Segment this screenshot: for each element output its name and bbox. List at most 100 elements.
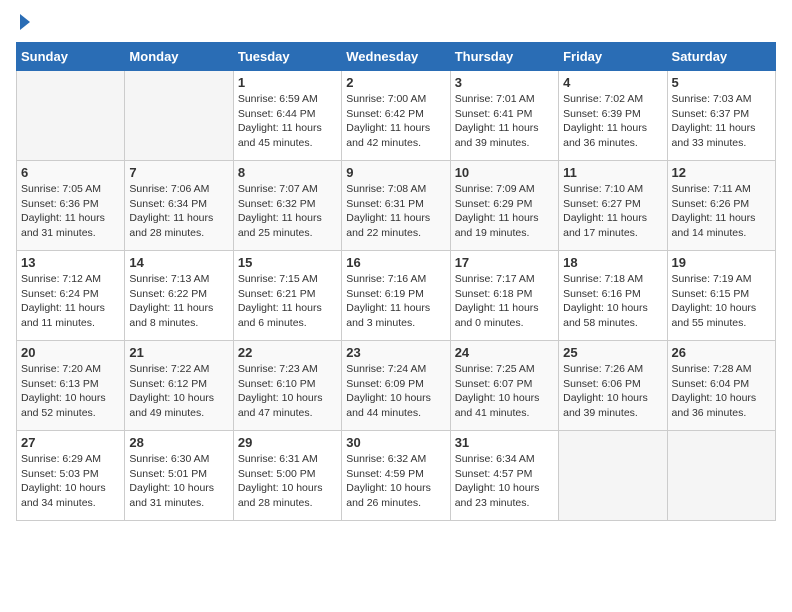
calendar-cell: 9Sunrise: 7:08 AM Sunset: 6:31 PM Daylig… (342, 161, 450, 251)
weekday-header-cell: Friday (559, 43, 667, 71)
cell-info: Sunrise: 7:23 AM Sunset: 6:10 PM Dayligh… (238, 362, 337, 421)
day-number: 29 (238, 435, 337, 450)
calendar-cell: 13 Sunrise: 7:12 AM Sunset: 6:24 PM Dayli… (17, 251, 125, 341)
day-number: 7 (129, 165, 228, 180)
day-number: 22 (238, 345, 337, 360)
cell-info: Sunrise: 7:05 AM Sunset: 6:36 PM Dayligh… (21, 182, 120, 241)
cell-info: Sunrise: 7:07 AM Sunset: 6:32 PM Dayligh… (238, 182, 337, 241)
calendar-cell: 16 Sunrise: 7:16 AM Sunset: 6:19 PM Dayli… (342, 251, 450, 341)
cell-info: Sunrise: 6:32 AM Sunset: 4:59 PM Dayligh… (346, 452, 445, 511)
calendar-week-row: 20 Sunrise: 7:20 AM Sunset: 6:13 PM Dayli… (17, 341, 776, 431)
calendar-cell: 10 Sunrise: 7:09 AM Sunset: 6:29 PM Dayli… (450, 161, 558, 251)
day-number: 1 (238, 75, 337, 90)
day-number: 23 (346, 345, 445, 360)
calendar-cell: 19 Sunrise: 7:19 AM Sunset: 6:15 PM Dayli… (667, 251, 775, 341)
cell-info: Sunrise: 7:20 AM Sunset: 6:13 PM Dayligh… (21, 362, 120, 421)
cell-info: Sunrise: 6:31 AM Sunset: 5:00 PM Dayligh… (238, 452, 337, 511)
day-number: 25 (563, 345, 662, 360)
day-number: 31 (455, 435, 554, 450)
day-number: 11 (563, 165, 662, 180)
logo-arrow-icon (20, 14, 30, 30)
day-number: 30 (346, 435, 445, 450)
calendar-cell: 14Sunrise: 7:13 AM Sunset: 6:22 PM Dayli… (125, 251, 233, 341)
calendar-table: SundayMondayTuesdayWednesdayThursdayFrid… (16, 42, 776, 521)
calendar-week-row: 27 Sunrise: 6:29 AM Sunset: 5:03 PM Dayli… (17, 431, 776, 521)
day-number: 2 (346, 75, 445, 90)
calendar-cell: 24 Sunrise: 7:25 AM Sunset: 6:07 PM Dayli… (450, 341, 558, 431)
cell-info: Sunrise: 7:16 AM Sunset: 6:19 PM Dayligh… (346, 272, 445, 331)
cell-info: Sunrise: 7:06 AM Sunset: 6:34 PM Dayligh… (129, 182, 228, 241)
cell-info: Sunrise: 7:24 AM Sunset: 6:09 PM Dayligh… (346, 362, 445, 421)
cell-info: Sunrise: 7:01 AM Sunset: 6:41 PM Dayligh… (455, 92, 554, 151)
day-number: 3 (455, 75, 554, 90)
calendar-cell (125, 71, 233, 161)
cell-info: Sunrise: 6:59 AM Sunset: 6:44 PM Dayligh… (238, 92, 337, 151)
page-header (16, 16, 776, 30)
day-number: 5 (672, 75, 771, 90)
weekday-header-cell: Tuesday (233, 43, 341, 71)
calendar-cell: 3 Sunrise: 7:01 AM Sunset: 6:41 PM Daylig… (450, 71, 558, 161)
cell-info: Sunrise: 7:02 AM Sunset: 6:39 PM Dayligh… (563, 92, 662, 151)
day-number: 27 (21, 435, 120, 450)
day-number: 17 (455, 255, 554, 270)
day-number: 19 (672, 255, 771, 270)
day-number: 21 (129, 345, 228, 360)
calendar-cell: 25 Sunrise: 7:26 AM Sunset: 6:06 PM Dayli… (559, 341, 667, 431)
cell-info: Sunrise: 7:11 AM Sunset: 6:26 PM Dayligh… (672, 182, 771, 241)
day-number: 6 (21, 165, 120, 180)
weekday-header-cell: Monday (125, 43, 233, 71)
calendar-cell: 1 Sunrise: 6:59 AM Sunset: 6:44 PM Daylig… (233, 71, 341, 161)
cell-info: Sunrise: 7:15 AM Sunset: 6:21 PM Dayligh… (238, 272, 337, 331)
calendar-cell: 17 Sunrise: 7:17 AM Sunset: 6:18 PM Dayli… (450, 251, 558, 341)
calendar-cell (17, 71, 125, 161)
calendar-cell: 6 Sunrise: 7:05 AM Sunset: 6:36 PM Daylig… (17, 161, 125, 251)
calendar-cell: 18 Sunrise: 7:18 AM Sunset: 6:16 PM Dayli… (559, 251, 667, 341)
day-number: 10 (455, 165, 554, 180)
logo (16, 16, 30, 30)
cell-info: Sunrise: 7:19 AM Sunset: 6:15 PM Dayligh… (672, 272, 771, 331)
cell-info: Sunrise: 7:28 AM Sunset: 6:04 PM Dayligh… (672, 362, 771, 421)
calendar-cell: 27 Sunrise: 6:29 AM Sunset: 5:03 PM Dayli… (17, 431, 125, 521)
cell-info: Sunrise: 7:10 AM Sunset: 6:27 PM Dayligh… (563, 182, 662, 241)
weekday-header-cell: Sunday (17, 43, 125, 71)
cell-info: Sunrise: 6:30 AM Sunset: 5:01 PM Dayligh… (129, 452, 228, 511)
calendar-cell: 11 Sunrise: 7:10 AM Sunset: 6:27 PM Dayli… (559, 161, 667, 251)
cell-info: Sunrise: 7:18 AM Sunset: 6:16 PM Dayligh… (563, 272, 662, 331)
cell-info: Sunrise: 7:13 AM Sunset: 6:22 PM Dayligh… (129, 272, 228, 331)
cell-info: Sunrise: 7:25 AM Sunset: 6:07 PM Dayligh… (455, 362, 554, 421)
calendar-cell: 30 Sunrise: 6:32 AM Sunset: 4:59 PM Dayli… (342, 431, 450, 521)
calendar-cell: 5Sunrise: 7:03 AM Sunset: 6:37 PM Daylig… (667, 71, 775, 161)
day-number: 13 (21, 255, 120, 270)
calendar-week-row: 6 Sunrise: 7:05 AM Sunset: 6:36 PM Daylig… (17, 161, 776, 251)
day-number: 4 (563, 75, 662, 90)
calendar-cell: 20 Sunrise: 7:20 AM Sunset: 6:13 PM Dayli… (17, 341, 125, 431)
calendar-body: 1 Sunrise: 6:59 AM Sunset: 6:44 PM Daylig… (17, 71, 776, 521)
day-number: 15 (238, 255, 337, 270)
cell-info: Sunrise: 7:17 AM Sunset: 6:18 PM Dayligh… (455, 272, 554, 331)
day-number: 24 (455, 345, 554, 360)
calendar-cell (667, 431, 775, 521)
calendar-cell (559, 431, 667, 521)
calendar-cell: 4 Sunrise: 7:02 AM Sunset: 6:39 PM Daylig… (559, 71, 667, 161)
cell-info: Sunrise: 7:08 AM Sunset: 6:31 PM Dayligh… (346, 182, 445, 241)
calendar-week-row: 1 Sunrise: 6:59 AM Sunset: 6:44 PM Daylig… (17, 71, 776, 161)
day-number: 26 (672, 345, 771, 360)
weekday-header-cell: Wednesday (342, 43, 450, 71)
day-number: 16 (346, 255, 445, 270)
cell-info: Sunrise: 7:12 AM Sunset: 6:24 PM Dayligh… (21, 272, 120, 331)
day-number: 28 (129, 435, 228, 450)
day-number: 20 (21, 345, 120, 360)
weekday-header-cell: Thursday (450, 43, 558, 71)
cell-info: Sunrise: 6:29 AM Sunset: 5:03 PM Dayligh… (21, 452, 120, 511)
calendar-cell: 31Sunrise: 6:34 AM Sunset: 4:57 PM Dayli… (450, 431, 558, 521)
day-number: 18 (563, 255, 662, 270)
calendar-cell: 22 Sunrise: 7:23 AM Sunset: 6:10 PM Dayli… (233, 341, 341, 431)
calendar-cell: 7 Sunrise: 7:06 AM Sunset: 6:34 PM Daylig… (125, 161, 233, 251)
calendar-cell: 28 Sunrise: 6:30 AM Sunset: 5:01 PM Dayli… (125, 431, 233, 521)
calendar-cell: 21Sunrise: 7:22 AM Sunset: 6:12 PM Dayli… (125, 341, 233, 431)
cell-info: Sunrise: 7:26 AM Sunset: 6:06 PM Dayligh… (563, 362, 662, 421)
weekday-header-cell: Saturday (667, 43, 775, 71)
cell-info: Sunrise: 7:09 AM Sunset: 6:29 PM Dayligh… (455, 182, 554, 241)
weekday-header-row: SundayMondayTuesdayWednesdayThursdayFrid… (17, 43, 776, 71)
calendar-cell: 2Sunrise: 7:00 AM Sunset: 6:42 PM Daylig… (342, 71, 450, 161)
